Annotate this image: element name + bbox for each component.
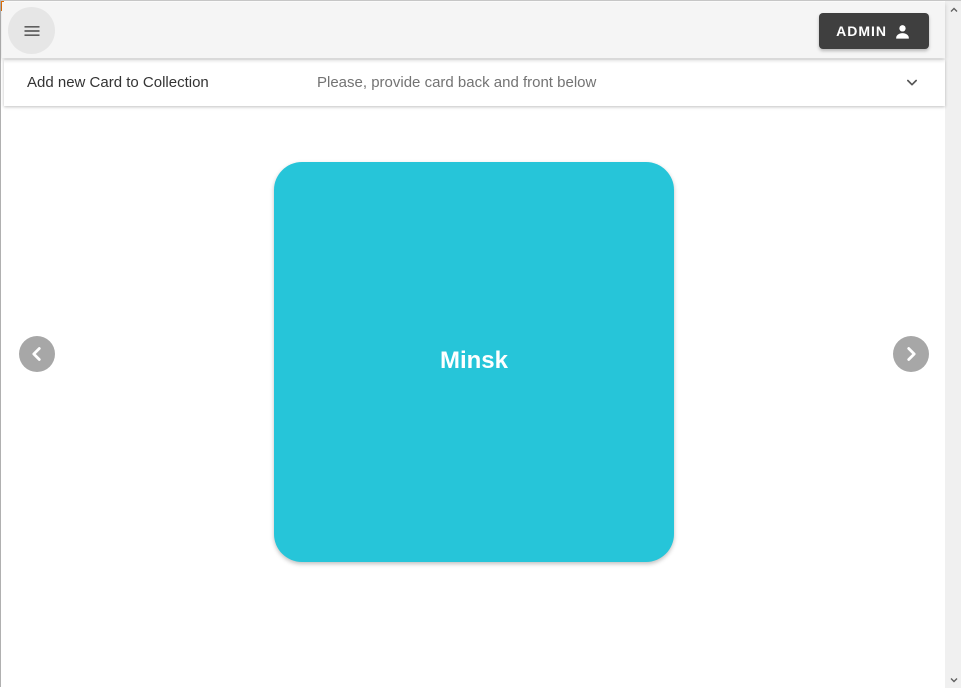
person-icon bbox=[896, 24, 909, 39]
app-window: ADMIN Add new Card to Collection Please,… bbox=[0, 0, 961, 688]
chevron-right-icon bbox=[907, 347, 916, 361]
menu-button[interactable] bbox=[8, 7, 55, 54]
panel-description: Please, provide card back and front belo… bbox=[317, 74, 597, 91]
previous-card-button[interactable] bbox=[19, 336, 55, 372]
next-card-button[interactable] bbox=[893, 336, 929, 372]
panel-title: Add new Card to Collection bbox=[27, 74, 209, 91]
scroll-down-button[interactable] bbox=[945, 671, 961, 688]
vertical-scrollbar[interactable] bbox=[945, 1, 961, 688]
admin-button[interactable]: ADMIN bbox=[819, 13, 929, 49]
app-bar: ADMIN bbox=[2, 2, 945, 58]
add-card-panel-header[interactable]: Add new Card to Collection Please, provi… bbox=[4, 60, 945, 106]
scroll-down-arrow-icon bbox=[950, 677, 957, 682]
flash-card[interactable]: Minsk bbox=[274, 162, 674, 562]
chevron-down-icon[interactable] bbox=[902, 73, 922, 93]
card-carousel: Minsk bbox=[2, 107, 945, 688]
menu-icon bbox=[24, 25, 39, 36]
scroll-up-button[interactable] bbox=[945, 1, 961, 18]
admin-button-label: ADMIN bbox=[836, 23, 887, 39]
card-text: Minsk bbox=[439, 347, 508, 374]
chevron-left-icon bbox=[32, 347, 41, 361]
scroll-up-arrow-icon bbox=[950, 7, 957, 12]
